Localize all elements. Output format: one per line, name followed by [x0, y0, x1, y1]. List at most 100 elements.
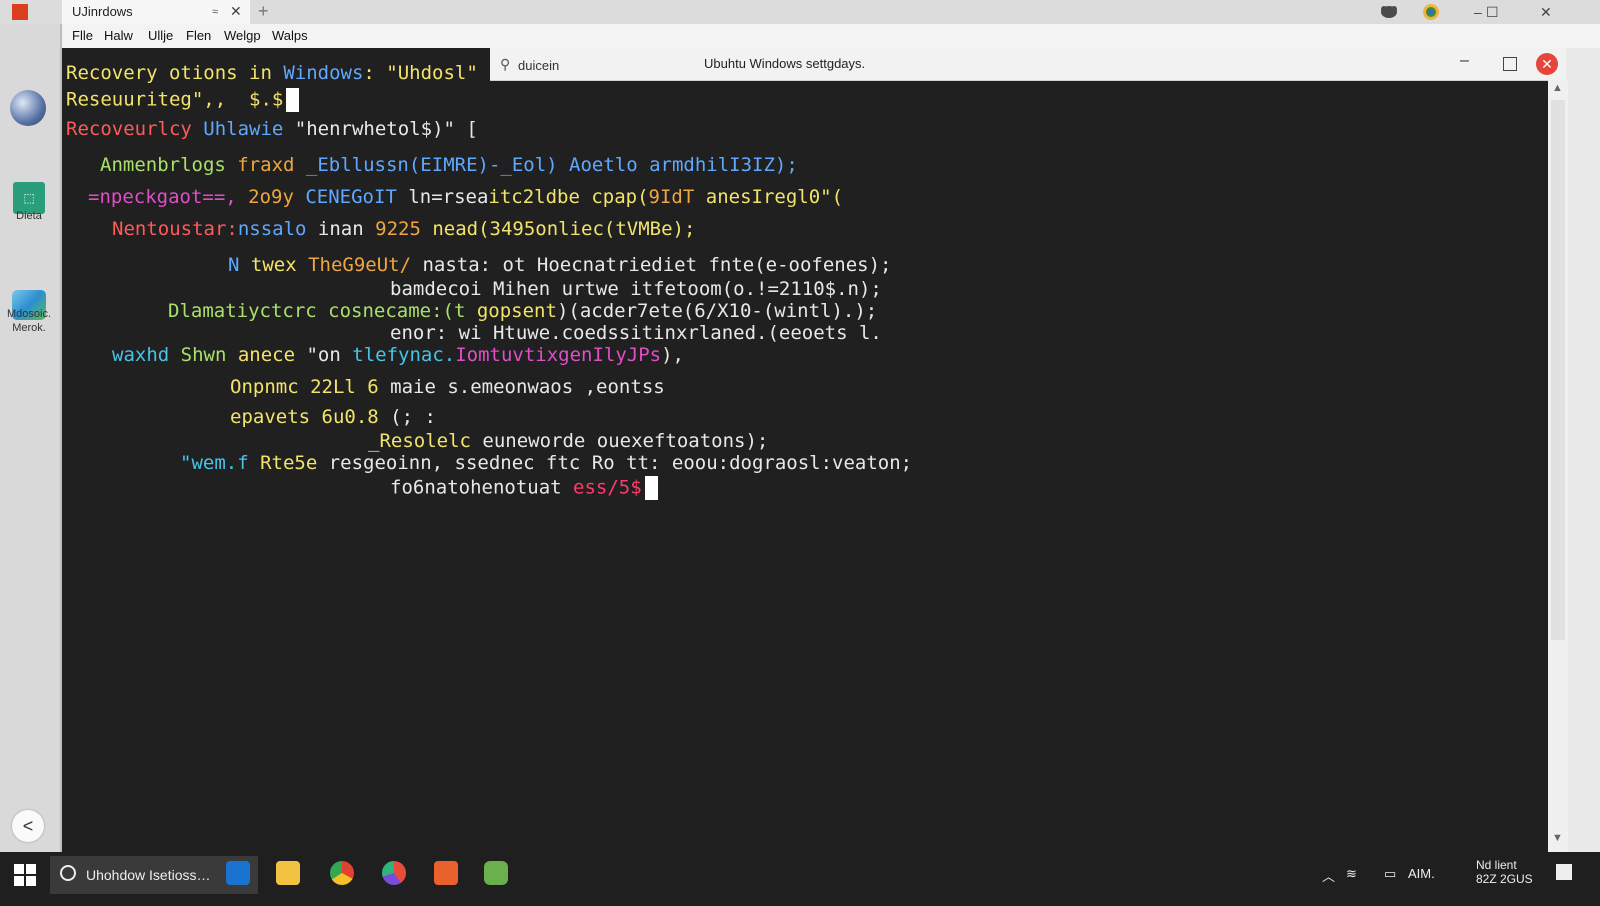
- terminal-text-segment: ),: [661, 344, 684, 366]
- terminal-text-segment: "on: [306, 344, 353, 366]
- terminal-text-segment: TheG9eUt/: [308, 254, 423, 276]
- browser-profile-icon[interactable]: [1422, 3, 1440, 21]
- overlay-minimize-button[interactable]: –: [1460, 52, 1469, 70]
- terminal-text-segment: Recovery otions in: [66, 62, 284, 84]
- media-app-icon[interactable]: [382, 861, 406, 885]
- settings-window-titlebar: ⚲ duicein Ubuhtu Windows settgdays. – ✕: [490, 48, 1566, 81]
- terminal-text-segment: nead(3495onliec(tVMBe);: [432, 218, 696, 240]
- terminal-text-segment: twex: [250, 254, 309, 276]
- terminal-line: enor: wi Htuwe.coedssitinxrlaned.(eeoets…: [390, 322, 882, 344]
- terminal-line: Nentoustar:nssalo inan 9225 nead(3495onl…: [112, 218, 695, 240]
- terminal-cursor: [644, 476, 658, 500]
- clock-line-1: Nd lient: [1476, 858, 1517, 872]
- network-tray-icon[interactable]: ≋: [1346, 866, 1357, 882]
- terminal-text-segment: waxhd: [112, 344, 181, 366]
- terminal-text-segment: tlefynac.: [352, 344, 456, 366]
- terminal-text-segment: Reseuuriteg",, $.$: [66, 88, 284, 111]
- terminal-text-segment: bamdecoi Mihen urtwe itfetoom(o.!=2110$.…: [390, 278, 882, 300]
- terminal-text-segment: nasta: ot Hoecnatriediet fnte(e-oofenes)…: [422, 254, 892, 276]
- terminal-text-segment: itc2ldbe cpap(: [488, 186, 649, 208]
- tab-close-icon[interactable]: ✕: [230, 0, 242, 23]
- terminal-line: Onpnmc 22Ll 6 maie s.emeonwaos ,eontss: [230, 376, 665, 398]
- scroll-up-icon[interactable]: ▲: [1552, 82, 1563, 94]
- window-close-button[interactable]: ✕: [1540, 2, 1552, 22]
- edge-icon[interactable]: [226, 861, 250, 885]
- tray-text[interactable]: AIM.: [1408, 866, 1435, 881]
- terminal-text-segment: )(acder7ete(6/X10-(wintl).);: [556, 300, 878, 322]
- terminal-text-segment: Anmenbrlogs: [100, 154, 238, 176]
- overlay-title: Ubuhtu Windows settgdays.: [704, 56, 866, 71]
- terminal-line: N twex TheG9eUt/ nasta: ot Hoecnatriedie…: [228, 254, 891, 276]
- terminal-text-segment: CENEGoIT: [305, 186, 409, 208]
- menu-bar: Flle Halw Ullje Flen Welgp Walps: [62, 24, 1600, 48]
- menu-flen[interactable]: Flen: [186, 28, 211, 43]
- display-tray-icon[interactable]: ▭: [1384, 866, 1396, 882]
- terminal-text-segment: _Ebllussn(EIMRE)-_Eol): [305, 154, 570, 176]
- terminal-text-segment: ess/5$: [573, 476, 642, 499]
- menu-ullje[interactable]: Ullje: [148, 28, 173, 43]
- menu-halw[interactable]: Halw: [104, 28, 133, 43]
- terminal-line: Reseuuriteg",, $.$: [66, 88, 300, 112]
- tab-title: UJinrdows: [72, 4, 133, 19]
- chrome-canary-icon[interactable]: [484, 861, 508, 885]
- file-explorer-icon[interactable]: [276, 861, 300, 885]
- left-sidebar: ⬚ Dieta Mdosoic. Merok. <: [0, 24, 62, 870]
- active-tab[interactable]: UJinrdows ≈ ✕: [62, 0, 250, 24]
- terminal-cursor: [286, 88, 300, 112]
- terminal-text-segment: enor: wi Htuwe.coedssitinxrlaned.(eeoets…: [390, 322, 882, 344]
- menu-welgp[interactable]: Welgp: [224, 28, 261, 43]
- back-arrow-icon[interactable]: <: [12, 810, 44, 842]
- terminal-line: Recoveurlcy Uhlawie "henrwhetol$)" [: [66, 118, 478, 140]
- terminal-text-segment: IomtuvtixgenIlyJPs: [455, 344, 662, 366]
- terminal-text-segment: resgeoinn, ssednec ftc Ro tt: eoou:dogra…: [328, 452, 913, 474]
- terminal-text-segment: Dlamatiyctcrc cosnecame:(t: [168, 300, 477, 322]
- windows-start-icon[interactable]: [14, 864, 36, 886]
- terminal-text-segment: 2o9y: [248, 186, 306, 208]
- terminal-text-segment: 9225: [375, 218, 433, 240]
- terminal-line: Anmenbrlogs fraxd _Ebllussn(EIMRE)-_Eol)…: [100, 154, 798, 176]
- chrome-icon[interactable]: [330, 861, 354, 885]
- window-maximize-button[interactable]: ☐: [1486, 2, 1499, 22]
- office-icon[interactable]: [434, 861, 458, 885]
- app-icon: [12, 4, 28, 20]
- globe-icon[interactable]: [10, 90, 46, 126]
- terminal-text-segment: Rte5e: [260, 452, 329, 474]
- terminal-text-segment: Shwn: [180, 344, 238, 366]
- overlay-maximize-button[interactable]: [1503, 57, 1517, 71]
- terminal-text-segment: fraxd: [237, 154, 306, 176]
- taskbar-clock[interactable]: Nd lient 82Z 2GUS: [1476, 858, 1533, 886]
- terminal-text-segment: Uhlawie: [203, 118, 295, 140]
- new-tab-icon[interactable]: +: [258, 0, 269, 22]
- terminal-area[interactable]: Recovery otions in Windows: "Uhdosl" Rese…: [62, 48, 1548, 852]
- terminal-text-segment: euneworde ouexeftoatons);: [482, 430, 769, 452]
- search-icon[interactable]: ⚲: [500, 56, 510, 73]
- taskbar-search-text: Uhohdow Isetioss…: [86, 867, 211, 883]
- terminal-text-segment: Recoveurlcy: [66, 118, 204, 140]
- terminal-text-segment: Onpnmc 22Ll 6: [230, 376, 391, 398]
- terminal-line: Dlamatiyctcrc cosnecame:(t gopsent)(acde…: [168, 300, 877, 322]
- menu-walps[interactable]: Walps: [272, 28, 308, 43]
- scroll-thumb[interactable]: [1551, 100, 1565, 640]
- vertical-scrollbar[interactable]: ▲ ▼: [1548, 80, 1568, 852]
- terminal-text-segment: "wem.f: [180, 452, 261, 474]
- extension-icon[interactable]: [1378, 3, 1400, 21]
- menu-file[interactable]: Flle: [72, 28, 93, 43]
- terminal-line: "wem.f Rte5e resgeoinn, ssednec ftc Ro t…: [180, 452, 912, 474]
- terminal-text-segment: anesIregl0"(: [705, 186, 844, 208]
- terminal-text-segment: =npeckgaot==,: [88, 186, 249, 208]
- overlay-search-text[interactable]: duicein: [518, 58, 559, 73]
- terminal-text-segment: Nentoustar:: [112, 218, 238, 240]
- taskbar: Uhohdow Isetioss… ︿ ≋ ▭ AIM. Nd lient 82…: [0, 852, 1600, 906]
- notification-icon[interactable]: [1556, 864, 1572, 880]
- clock-line-2: 82Z 2GUS: [1476, 872, 1533, 886]
- sidebar-item-label: Dieta: [16, 210, 42, 222]
- window-minimize-button[interactable]: –: [1474, 2, 1482, 22]
- terminal-text-segment: anece: [237, 344, 307, 366]
- terminal-line: waxhd Shwn anece "on tlefynac.Iomtuvtixg…: [112, 344, 684, 366]
- title-bar: UJinrdows ≈ ✕ + – ☐ ✕: [0, 0, 1600, 24]
- terminal-line: =npeckgaot==, 2o9y CENEGoIT ln=rseaitc2l…: [88, 186, 843, 208]
- tray-chevron-icon[interactable]: ︿: [1322, 866, 1335, 885]
- overlay-close-button[interactable]: ✕: [1536, 53, 1558, 75]
- scroll-down-icon[interactable]: ▼: [1552, 832, 1563, 844]
- terminal-text-segment: ln=rsea: [408, 186, 489, 208]
